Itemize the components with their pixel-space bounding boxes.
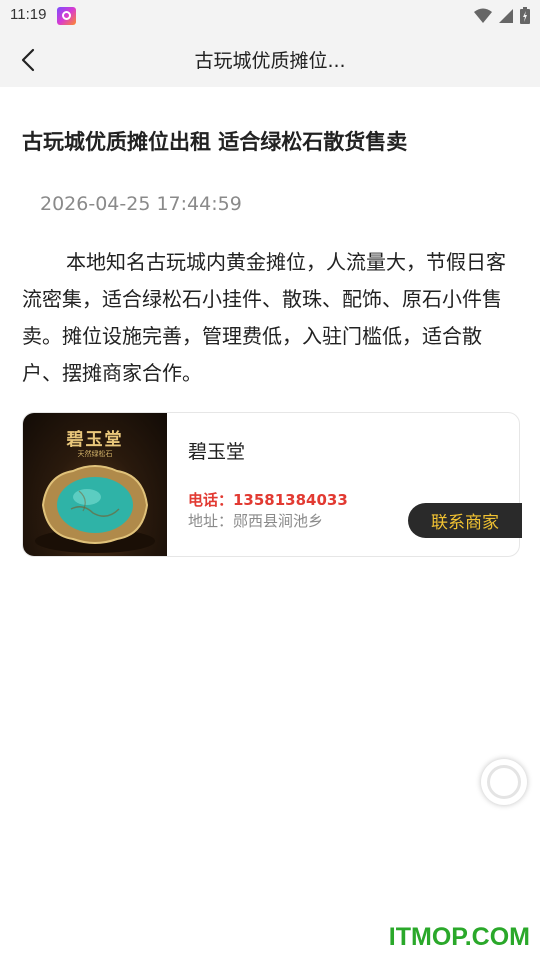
app-notification-icon [57,7,76,25]
back-button[interactable] [10,42,46,78]
floating-ring-icon [487,765,521,799]
article-body: 本地知名古玩城内黄金摊位，人流量大，节假日客流密集，适合绿松石小挂件、散珠、配饰… [22,250,506,385]
page-title: 古玩城优质摊位... [194,50,346,72]
nav-bar: 古玩城优质摊位... [0,32,540,87]
merchant-phone[interactable]: 电话：13581384033 [188,489,348,510]
status-time: 11:19 [10,6,47,23]
article-title: 古玩城优质摊位出租 适合绿松石散货售卖 [22,130,408,154]
contact-merchant-button[interactable]: 联系商家 [408,503,522,538]
signal-icon [499,8,513,23]
merchant-address: 地址：郧西县涧池乡 [188,512,324,530]
article: 古玩城优质摊位出租 适合绿松石散货售卖 2026-04-25 17:44:59 … [22,122,518,385]
status-icons [474,7,530,24]
watermark: ITMOP.COM [388,923,530,951]
chevron-left-icon [21,48,35,72]
merchant-image[interactable]: 碧玉堂 天然绿松石 [23,413,167,556]
wifi-icon [474,8,492,23]
merchant-name: 碧玉堂 [188,441,246,463]
floating-assist-button[interactable] [481,759,527,805]
status-bar: 11:19 [0,0,540,32]
turquoise-pendant-icon [35,465,155,553]
article-date: 2026-04-25 17:44:59 [40,193,242,215]
battery-charging-icon [520,7,530,24]
